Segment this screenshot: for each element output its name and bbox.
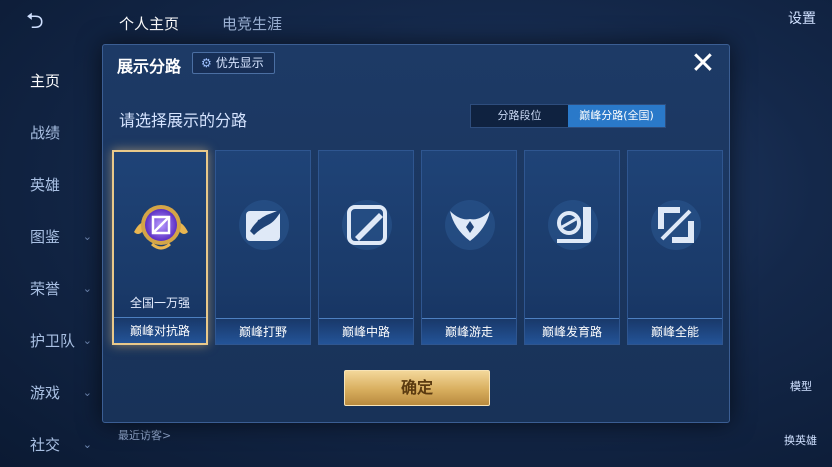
wings-shield-icon [445,200,495,250]
settings-label: 设置 [788,11,816,27]
sidebar: 主页 战绩 英雄 图鉴 ⌄ 荣誉 ⌄ 护卫队 ⌄ 游戏 ⌄ 社交 ⌄ [0,55,100,467]
model-label[interactable]: 模型 [790,378,812,394]
modal-title: 展示分路 [117,57,182,76]
sidebar-item-label: 护卫队 [30,332,76,350]
priority-label: 优先显示 [215,56,264,70]
card-rank-text: 全国一万强 [129,296,190,310]
tab-esports[interactable]: 电竞生涯 [222,13,282,34]
card-label: 巅峰打野 [216,318,310,344]
sidebar-item-label: 战绩 [30,124,61,142]
display-lane-modal: 展示分路 ⚙ 优先显示 ✕ 请选择展示的分路 分路段位 巅峰分路(全国) 全国一… [102,44,730,423]
recent-visitors-link[interactable]: 最近访客> [118,427,171,443]
sidebar-item-collection[interactable]: 图鉴 ⌄ [0,211,100,263]
toggle-lane-rank[interactable]: 分路段位 [471,105,568,127]
lane-card-support[interactable]: 巅峰游走 [421,150,517,345]
sidebar-item-guard[interactable]: 护卫队 ⌄ [0,315,100,367]
card-label: 巅峰对抗路 [114,317,206,343]
sidebar-item-games[interactable]: 游戏 ⌄ [0,367,100,419]
card-label: 巅峰中路 [319,318,413,344]
slash-icon [342,200,392,250]
lane-card-adc[interactable]: 巅峰发育路 [524,150,620,345]
sidebar-item-label: 主页 [30,72,61,90]
lane-mode-toggle: 分路段位 巅峰分路(全国) [470,104,666,128]
close-icon[interactable]: ✕ [688,49,718,79]
back-arrow-icon[interactable]: ⮌ [26,10,68,34]
sidebar-item-record[interactable]: 战绩 [0,107,100,159]
modal-header: 展示分路 ⚙ 优先显示 ✕ [103,45,729,83]
chevron-down-icon: ⌄ [82,438,92,451]
sidebar-item-social[interactable]: 社交 ⌄ [0,419,100,467]
chevron-down-icon: ⌄ [82,282,92,295]
sidebar-item-home[interactable]: 主页 [0,55,100,107]
sidebar-item-heroes[interactable]: 英雄 [0,159,100,211]
target-bow-icon [548,200,598,250]
sidebar-item-label: 英雄 [30,176,61,194]
lane-card-top[interactable]: 全国一万强 巅峰对抗路 [112,150,208,345]
chevron-down-icon: ⌄ [82,334,92,347]
toggle-peak-lane[interactable]: 巅峰分路(全国) [568,105,665,127]
card-label: 巅峰发育路 [525,318,619,344]
top-bar: ⮌ 个人主页 电竞生涯 设置 [0,0,832,44]
double-slash-icon [651,200,701,250]
sidebar-item-honor[interactable]: 荣誉 ⌄ [0,263,100,315]
lane-card-mid[interactable]: 巅峰中路 [318,150,414,345]
dragon-icon [239,200,289,250]
card-label: 巅峰全能 [628,318,722,344]
change-hero-button[interactable]: 换英雄 [784,432,817,448]
chevron-down-icon: ⌄ [82,230,92,243]
priority-display-button[interactable]: ⚙ 优先显示 [192,52,275,74]
chevron-down-icon: ⌄ [82,386,92,399]
card-label: 巅峰游走 [422,318,516,344]
settings-button[interactable]: 设置 [788,8,816,28]
lane-card-allround[interactable]: 巅峰全能 [627,150,723,345]
sidebar-item-label: 游戏 [30,384,61,402]
sidebar-item-label: 社交 [30,436,61,454]
lane-card-jungle[interactable]: 巅峰打野 [215,150,311,345]
lane-prompt: 请选择展示的分路 [119,111,248,130]
gear-icon: ⚙ [201,56,212,70]
sword-emblem-icon [134,205,188,250]
sidebar-item-label: 荣誉 [30,280,61,298]
lane-card-list: 全国一万强 巅峰对抗路 巅峰打野 巅峰中路 巅峰游走 巅峰发育路 巅峰全能 [112,150,723,345]
sidebar-item-label: 图鉴 [30,228,61,246]
confirm-button[interactable]: 确定 [344,370,490,406]
tab-profile[interactable]: 个人主页 [119,13,179,34]
